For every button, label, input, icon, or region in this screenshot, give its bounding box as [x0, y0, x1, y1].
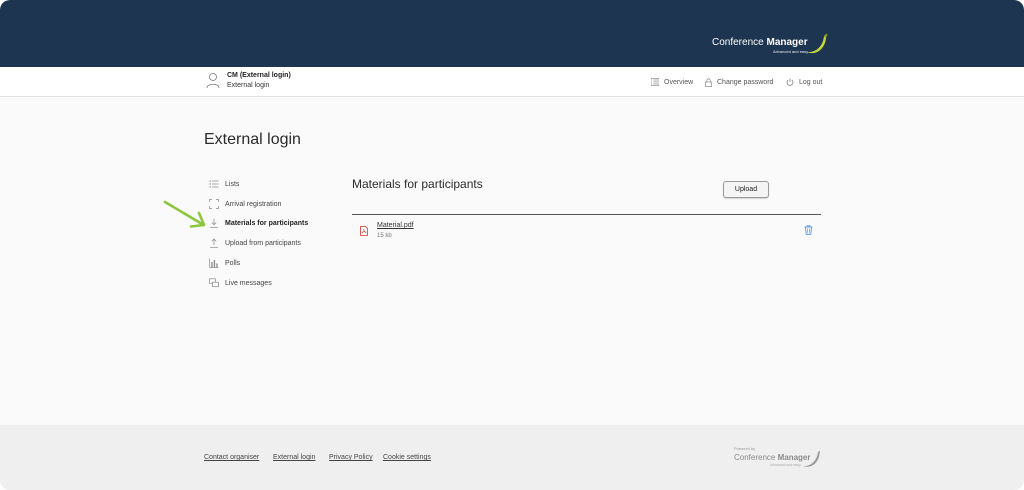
sidebar-item-materials[interactable]: Materials for participants	[209, 216, 308, 230]
sidebar-item-label: Lists	[225, 180, 240, 188]
file-link[interactable]: Material.pdf	[377, 222, 414, 229]
list-icon	[209, 179, 219, 189]
sidebar-item-upload-from-participants[interactable]: Upload from participants	[209, 236, 301, 250]
powered-by-logo: Powered by Conference Manager Advanced a…	[734, 446, 826, 472]
lock-icon	[705, 78, 712, 87]
file-row: Material.pdf 15 kb	[352, 215, 821, 245]
brand-logo: Conference Manager Advanced and easy	[712, 31, 828, 57]
powered-brand-tagline: Advanced and easy	[770, 463, 801, 467]
power-icon	[786, 78, 794, 86]
logout-link[interactable]: Log out	[786, 76, 822, 88]
sidebar-item-lists[interactable]: Lists	[209, 177, 239, 191]
trash-icon[interactable]	[804, 225, 813, 235]
user-role: External login	[227, 82, 270, 89]
user-bar: CM (External login) External login Overv…	[0, 67, 1024, 97]
footer-link-external-login[interactable]: External login	[273, 454, 315, 461]
sidebar-item-live-messages[interactable]: Live messages	[209, 276, 272, 290]
footer-link-cookie-settings[interactable]: Cookie settings	[383, 454, 431, 461]
sidebar-item-label: Arrival registration	[225, 200, 282, 208]
powered-by-label: Powered by	[734, 446, 756, 451]
file-size: 15 kb	[377, 233, 392, 239]
overview-link[interactable]: Overview	[651, 76, 693, 88]
user-name: CM (External login)	[227, 72, 291, 79]
page-title: External login	[204, 131, 301, 148]
upload-button[interactable]: Upload	[723, 181, 769, 198]
sidebar-item-label: Polls	[225, 259, 241, 267]
brand-name: Conference Manager	[712, 37, 808, 48]
list-icon	[651, 78, 659, 86]
change-password-link[interactable]: Change password	[705, 76, 773, 88]
sidebar-item-polls[interactable]: Polls	[209, 256, 240, 270]
sidebar-item-label: Upload from participants	[225, 239, 301, 247]
section-title: Materials for participants	[352, 177, 483, 191]
pdf-file-icon	[360, 226, 368, 236]
banana-logo-icon	[807, 33, 828, 54]
scan-icon	[209, 199, 219, 209]
footer-link-privacy-policy[interactable]: Privacy Policy	[329, 454, 373, 461]
bar-chart-icon	[209, 258, 219, 268]
sidebar-item-label: Materials for participants	[225, 219, 309, 227]
annotation-arrow-icon	[163, 200, 206, 228]
banana-logo-icon	[803, 450, 820, 467]
download-icon	[209, 218, 219, 228]
sidebar-item-label: Live messages	[225, 279, 272, 287]
app-frame: Conference Manager Advanced and easy CM …	[0, 0, 1024, 490]
footer: Contact organiser External login Privacy…	[0, 425, 1024, 490]
top-banner: Conference Manager Advanced and easy	[0, 0, 1024, 67]
upload-icon	[209, 238, 219, 248]
footer-link-contact-organiser[interactable]: Contact organiser	[204, 454, 259, 461]
overview-label: Overview	[664, 78, 694, 86]
user-icon	[206, 73, 220, 89]
messages-icon	[209, 278, 219, 288]
sidebar-item-arrival-registration[interactable]: Arrival registration	[209, 197, 281, 211]
change-password-label: Change password	[717, 78, 774, 86]
logout-label: Log out	[799, 78, 823, 86]
